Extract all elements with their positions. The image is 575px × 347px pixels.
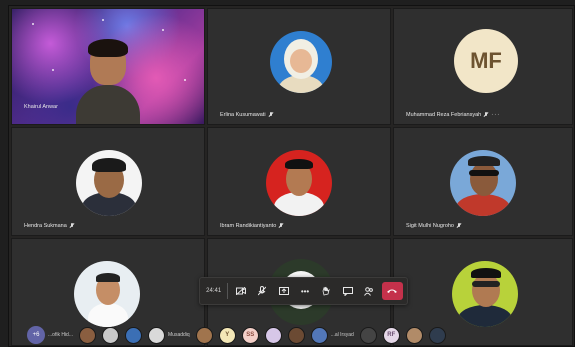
strip-avatar[interactable] (428, 326, 446, 344)
strip-avatar[interactable] (405, 326, 423, 344)
mic-off-icon (484, 112, 488, 118)
strip-avatar[interactable] (125, 326, 143, 344)
strip-avatar[interactable] (148, 326, 166, 344)
share-screen-icon[interactable] (275, 282, 292, 300)
meeting-toolbar: 24:41 ••• (199, 277, 408, 305)
participant-strip: +6 ...ofik Hid... Musaddiq Y SS ...al Ir… (27, 324, 574, 346)
avatar (74, 261, 140, 327)
participant-tile[interactable]: MF Muhammad Reza Febriansyah ··· (393, 8, 573, 125)
participant-tile[interactable]: Ibram Randikiantiyanto (207, 127, 391, 236)
participant-tile[interactable]: Sigit Mulhi Nugroho (393, 127, 573, 236)
participant-name: Hendra Sukmana (24, 223, 74, 229)
avatar (450, 150, 516, 216)
participant-name: Ibram Randikiantiyanto (220, 223, 283, 229)
strip-name-label: ...ofik Hid... (48, 332, 74, 338)
participant-name: Sigit Mulhi Nugroho (406, 223, 461, 229)
raise-hand-icon[interactable] (318, 282, 335, 300)
video-off-icon[interactable] (232, 282, 249, 300)
strip-initials-avatar[interactable]: Y (218, 326, 236, 344)
avatar (452, 261, 518, 327)
strip-name-label: ...al Irsyad (330, 332, 354, 338)
mic-off-icon (279, 223, 283, 229)
participant-tile[interactable]: Hendra Sukmana (11, 127, 205, 236)
more-options-icon[interactable]: ··· (491, 112, 500, 118)
strip-avatar[interactable] (79, 326, 97, 344)
more-actions-icon[interactable]: ••• (296, 282, 313, 300)
hang-up-button[interactable] (381, 282, 403, 300)
strip-avatar[interactable] (102, 326, 120, 344)
participant-tile-video[interactable]: Khairul Anwar (11, 8, 205, 125)
strip-avatar[interactable] (310, 326, 328, 344)
strip-avatar[interactable] (287, 326, 305, 344)
participant-video (76, 39, 140, 124)
avatar (270, 31, 332, 93)
initials-avatar: MF (454, 29, 518, 93)
mic-off-icon (70, 223, 74, 229)
avatar (266, 150, 332, 216)
chat-icon[interactable] (339, 282, 356, 300)
more-participants-button[interactable]: +6 (27, 326, 45, 344)
mic-off-icon (269, 112, 273, 118)
strip-name-label: Musaddiq (168, 332, 190, 338)
participant-name: Muhammad Reza Febriansyah ··· (406, 112, 501, 118)
participant-name: Khairul Anwar (24, 104, 58, 110)
mic-off-icon[interactable] (254, 282, 271, 300)
strip-initials-avatar[interactable]: SS (241, 326, 259, 344)
meeting-timer: 24:41 (206, 288, 222, 294)
meeting-stage: Khairul Anwar Erlina Kusumawati MF Muham… (8, 5, 575, 347)
mic-off-icon (457, 223, 461, 229)
avatar (76, 150, 142, 216)
participants-icon[interactable] (360, 282, 377, 300)
strip-avatar[interactable] (359, 326, 377, 344)
participant-name: Erlina Kusumawati (220, 112, 273, 118)
strip-initials-avatar[interactable]: RF (382, 326, 400, 344)
participant-tile[interactable]: Erlina Kusumawati (207, 8, 391, 125)
strip-avatar[interactable] (195, 326, 213, 344)
strip-avatar[interactable] (264, 326, 282, 344)
